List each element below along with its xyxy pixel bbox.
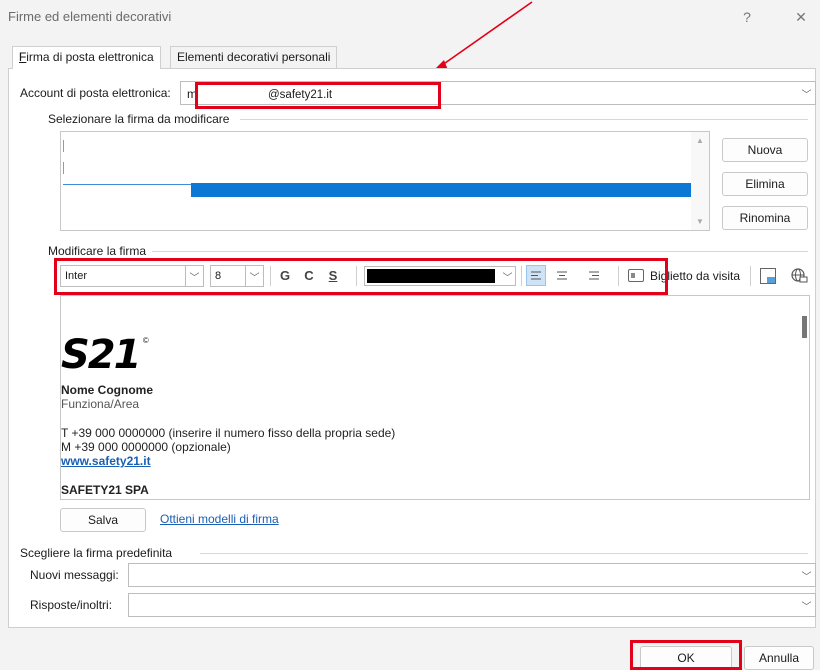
toolbar-separator [750, 266, 751, 286]
ok-highlight [630, 640, 742, 670]
save-button-label: Salva [87, 513, 119, 527]
editor-scrollbar-thumb[interactable] [802, 316, 807, 338]
signature-name: Nome Cognome [61, 383, 154, 397]
toolbar-highlight [54, 258, 668, 295]
signature-company: SAFETY21 SPA [61, 483, 149, 497]
replies-label: Risposte/inoltri: [30, 598, 113, 612]
list-scrollbar[interactable]: ▲ ▼ [691, 132, 709, 230]
scroll-up-icon[interactable]: ▲ [696, 136, 704, 145]
help-button[interactable]: ? [736, 6, 758, 28]
edit-signature-heading: Modificare la firma [48, 244, 147, 258]
new-button-label: Nuova [747, 143, 783, 157]
account-highlight: @safety21.it [195, 82, 441, 109]
logo-mark: © [142, 336, 149, 345]
select-signature-heading: Selezionare la firma da modificare [48, 112, 230, 126]
new-messages-label: Nuovi messaggi: [30, 568, 119, 582]
tab-email-signature-label: Firma di posta elettronica [18, 50, 154, 64]
rename-button-label: Rinomina [739, 211, 791, 225]
default-signature-heading: Scegliere la firma predefinita [20, 546, 173, 560]
group-divider [152, 251, 808, 252]
scroll-down-icon[interactable]: ▼ [696, 217, 704, 226]
get-templates-link[interactable]: Ottieni modelli di firma [160, 512, 279, 526]
signature-website[interactable]: www.safety21.it [61, 454, 151, 468]
group-divider [240, 119, 808, 120]
delete-signature-button[interactable]: Elimina [722, 172, 808, 196]
window-title: Firme ed elementi decorativi [8, 9, 172, 24]
group-divider [200, 553, 808, 554]
signature-editor[interactable]: S21 © Nome Cognome Funziona/Area T +39 0… [60, 295, 810, 500]
tab-personal-stationery[interactable]: Elementi decorativi personali [170, 46, 338, 68]
chevron-down-icon: ﹀ [801, 571, 812, 583]
account-label: Account di posta elettronica: [20, 86, 171, 100]
insert-hyperlink-icon[interactable] [790, 266, 808, 284]
rename-signature-button[interactable]: Rinomina [722, 206, 808, 230]
new-signature-button[interactable]: Nuova [722, 138, 808, 162]
tab-personal-stationery-label: Elementi decorativi personali [177, 50, 331, 64]
delete-button-label: Elimina [745, 177, 785, 191]
signature-mobile: M +39 000 0000000 (opzionale) [61, 440, 231, 454]
cancel-button[interactable]: Annulla [744, 646, 814, 670]
account-value: @safety21.it [268, 89, 333, 101]
chevron-down-icon: ﹀ [801, 89, 812, 101]
list-item[interactable] [63, 140, 64, 152]
insert-picture-icon[interactable] [760, 268, 776, 284]
list-item[interactable] [63, 162, 64, 174]
replies-select[interactable]: ﹀ [128, 593, 816, 617]
close-button[interactable]: ✕ [790, 6, 812, 28]
signature-phone: T +39 000 0000000 (inserire il numero fi… [61, 426, 396, 440]
company-logo: S21 © [61, 332, 149, 378]
signature-list[interactable]: ▲ ▼ [60, 131, 710, 231]
new-messages-select[interactable]: ﹀ [128, 563, 816, 587]
chevron-down-icon: ﹀ [801, 601, 812, 613]
tab-email-signature[interactable]: FFirma di posta elettronica [12, 46, 161, 69]
cancel-button-label: Annulla [758, 651, 800, 665]
list-item-border [63, 184, 191, 185]
list-item-selected[interactable] [191, 183, 691, 197]
signature-role: Funziona/Area [61, 397, 140, 411]
save-button[interactable]: Salva [60, 508, 146, 532]
logo-text: S21 [61, 332, 141, 378]
